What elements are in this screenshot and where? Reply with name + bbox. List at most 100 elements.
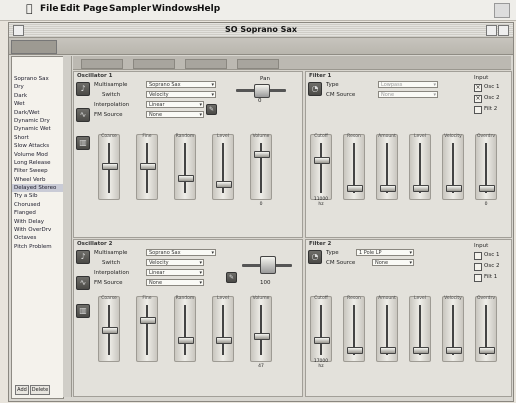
preset-item[interactable]: Chorused: [12, 201, 63, 209]
preset-item[interactable]: With OverDrv: [12, 226, 63, 234]
fader-thumb[interactable]: [216, 181, 232, 188]
fader-cutoff[interactable]: Cutoff 11000 hz: [310, 134, 332, 207]
preset-item[interactable]: Soprano Sax: [12, 75, 63, 83]
filter-type-select[interactable]: Lowpass: [378, 81, 438, 88]
menu-help[interactable]: Help: [197, 4, 220, 14]
filter-type-select[interactable]: 1 Pole LP: [356, 249, 414, 256]
preset-item[interactable]: Dynamic Dry: [12, 117, 63, 125]
cm-source-select[interactable]: None: [378, 91, 438, 98]
fader-thumb[interactable]: [479, 185, 495, 192]
input-checkbox[interactable]: [474, 263, 482, 271]
input-checkbox[interactable]: [474, 274, 482, 282]
multisample-select[interactable]: Soprano Sax: [146, 249, 216, 256]
pan-slider[interactable]: [242, 254, 292, 278]
interpolation-select[interactable]: Linear: [146, 269, 204, 276]
preset-item[interactable]: Dark: [12, 92, 63, 100]
input-checkbox[interactable]: ×: [474, 95, 482, 103]
input-checkbox[interactable]: [474, 252, 482, 260]
menu-file[interactable]: File: [40, 4, 58, 14]
window-titlebar[interactable]: SO Soprano Sax: [9, 23, 513, 38]
fader-random[interactable]: Random: [174, 134, 196, 200]
fader-thumb[interactable]: [380, 347, 396, 354]
pan-thumb[interactable]: [254, 84, 270, 98]
fader-thumb[interactable]: [314, 157, 330, 164]
preset-item[interactable]: Wheel Verb: [12, 176, 63, 184]
fader-amount[interactable]: Amount: [376, 296, 398, 362]
fader-thumb[interactable]: [140, 317, 156, 324]
preset-item[interactable]: Dry: [12, 83, 63, 91]
input-checkbox[interactable]: ×: [474, 84, 482, 92]
fader-thumb[interactable]: [102, 163, 118, 170]
menu-edit[interactable]: Edit: [60, 4, 80, 14]
editor-tab-3[interactable]: [185, 59, 227, 69]
fader-fine[interactable]: Fine: [136, 296, 158, 362]
fader-thumb[interactable]: [380, 185, 396, 192]
fader-fine[interactable]: Fine: [136, 134, 158, 200]
preset-scrollbar[interactable]: [63, 56, 72, 397]
fader-thumb[interactable]: [140, 163, 156, 170]
editor-tab-4[interactable]: [237, 59, 279, 69]
preset-item[interactable]: Long Release: [12, 159, 63, 167]
fader-level[interactable]: Level: [212, 134, 234, 200]
fm-source-select[interactable]: None: [146, 111, 204, 118]
fader-thumb[interactable]: [254, 333, 270, 340]
fader-thumb[interactable]: [413, 185, 429, 192]
fader-thumb[interactable]: [178, 337, 194, 344]
preset-item[interactable]: Dark/Wet: [12, 109, 63, 117]
preset-item[interactable]: Delayed Stereo: [12, 184, 63, 193]
preset-item[interactable]: Dynamic Wet: [12, 125, 63, 133]
fader-cutoff[interactable]: Cutoff 17000 hz: [310, 296, 332, 369]
preset-item[interactable]: Octaves: [12, 234, 63, 242]
fader-random[interactable]: Random: [174, 296, 196, 362]
fader-thumb[interactable]: [216, 337, 232, 344]
menu-page[interactable]: Page: [83, 4, 108, 14]
fader-volume[interactable]: Volume 0: [250, 134, 272, 207]
interpolation-select[interactable]: Linear: [146, 101, 204, 108]
edit-pencil-icon[interactable]: ✎: [206, 104, 217, 115]
delete-button[interactable]: Delete: [30, 385, 50, 395]
fader-level[interactable]: Level: [409, 296, 431, 362]
pan-thumb[interactable]: [260, 256, 276, 274]
fader-thumb[interactable]: [446, 185, 462, 192]
preset-item[interactable]: Flanged: [12, 209, 63, 217]
fader-amount[interactable]: Amount: [376, 134, 398, 200]
cm-source-select[interactable]: None: [372, 259, 414, 266]
fader-coarse[interactable]: Coarse: [98, 134, 120, 200]
preset-item[interactable]: Slow Attacks: [12, 142, 63, 150]
fader-thumb[interactable]: [254, 151, 270, 158]
fader-thumb[interactable]: [479, 347, 495, 354]
editor-tab-2[interactable]: [133, 59, 175, 69]
fader-reson[interactable]: Reson: [343, 134, 365, 200]
switch-select[interactable]: Velocity: [146, 91, 216, 98]
toolbar-tab[interactable]: [11, 40, 57, 54]
input-checkbox[interactable]: [474, 106, 482, 114]
apple-menu-icon[interactable]: : [26, 2, 36, 15]
fader-thumb[interactable]: [178, 175, 194, 182]
fader-level[interactable]: Level: [409, 134, 431, 200]
preset-item[interactable]: Volume Mod: [12, 151, 63, 159]
fader-overdrv[interactable]: Overdrv 0: [475, 134, 497, 207]
zoom-box-icon[interactable]: [498, 25, 509, 36]
preset-item[interactable]: Filter Sweep: [12, 167, 63, 175]
fader-level[interactable]: Level: [212, 296, 234, 362]
preset-item[interactable]: With Delay: [12, 218, 63, 226]
fader-volume[interactable]: Volume 47: [250, 296, 272, 369]
fader-thumb[interactable]: [314, 337, 330, 344]
edit-pencil-icon[interactable]: ✎: [226, 272, 237, 283]
menu-windows[interactable]: Windows: [152, 4, 198, 14]
menu-sampler[interactable]: Sampler: [109, 4, 151, 14]
editor-tab-1[interactable]: [81, 59, 123, 69]
preset-item[interactable]: Try a Sib: [12, 192, 63, 200]
fader-velocity[interactable]: Velocity: [442, 134, 464, 200]
preset-item[interactable]: Pitch Problem: [12, 243, 63, 251]
fader-thumb[interactable]: [413, 347, 429, 354]
switch-select[interactable]: Velocity: [146, 259, 204, 266]
fader-thumb[interactable]: [446, 347, 462, 354]
fader-coarse[interactable]: Coarse: [98, 296, 120, 362]
fader-thumb[interactable]: [347, 347, 363, 354]
collapse-box-icon[interactable]: [486, 25, 497, 36]
fader-overdrv[interactable]: Overdrv: [475, 296, 497, 362]
fader-thumb[interactable]: [102, 327, 118, 334]
fader-thumb[interactable]: [347, 185, 363, 192]
preset-item[interactable]: Wet: [12, 100, 63, 108]
